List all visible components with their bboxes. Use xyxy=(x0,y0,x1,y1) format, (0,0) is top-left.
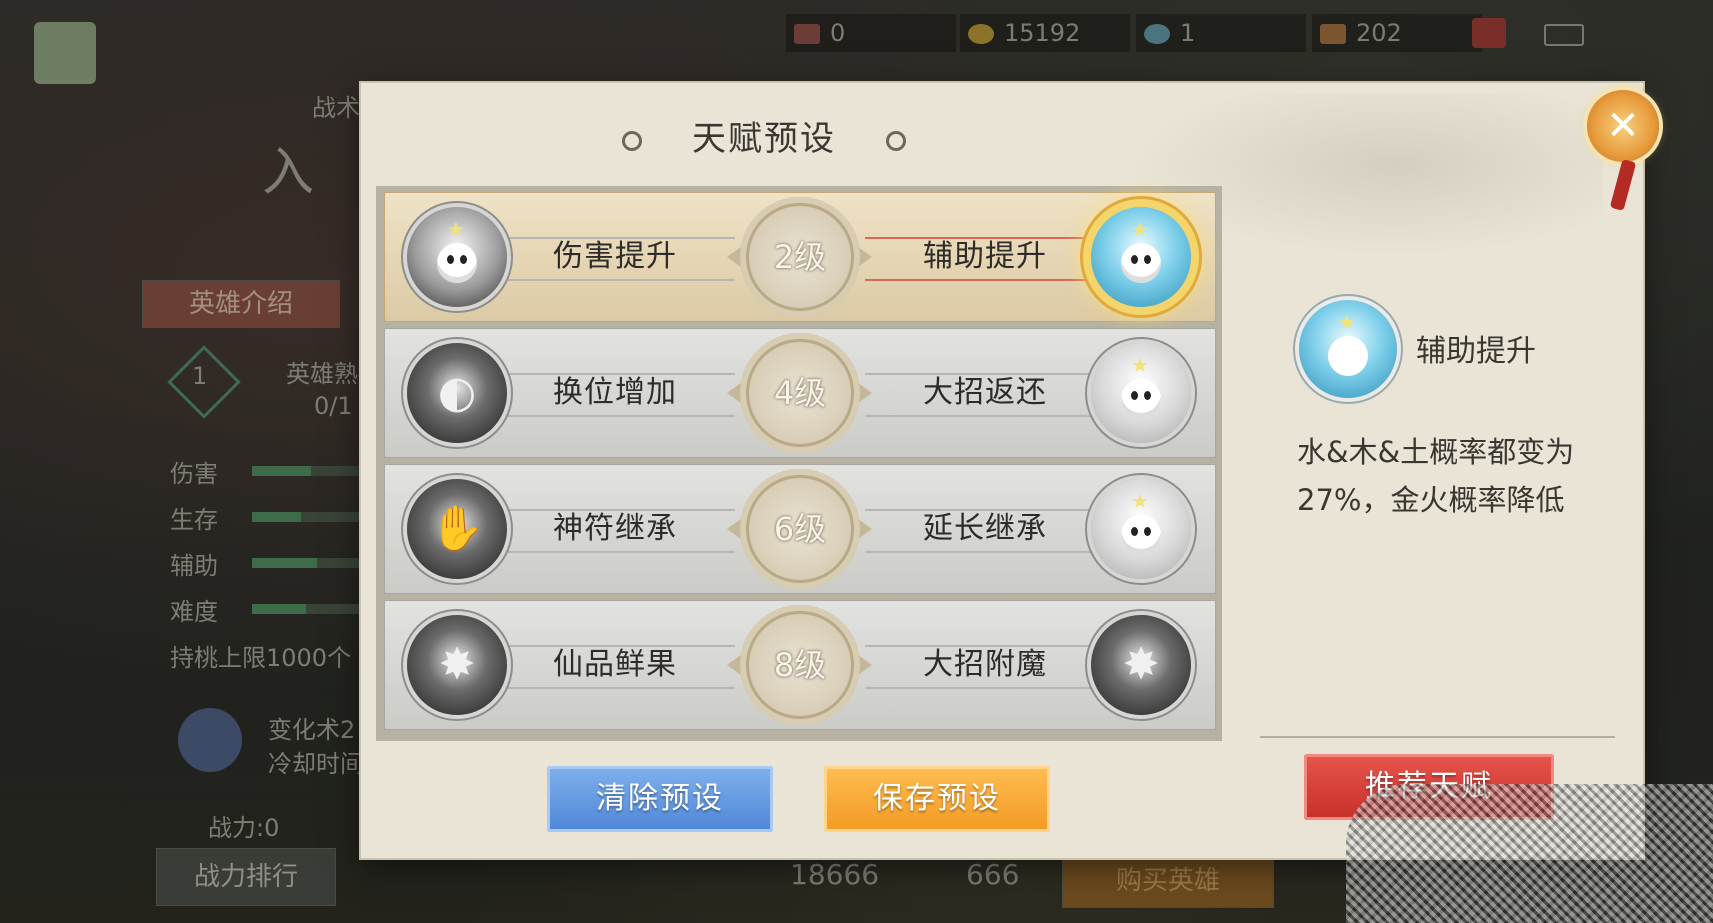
hero-name: 入 xyxy=(262,143,315,203)
level-badge: 4级 xyxy=(740,333,860,453)
gold-coin-icon xyxy=(968,24,994,44)
level-ornament-left xyxy=(727,247,741,267)
immortal-fruit-icon[interactable]: ✸ xyxy=(407,615,507,715)
ultimate-refund-icon[interactable]: ★ xyxy=(1091,343,1191,443)
topbar-ticket: 0 xyxy=(786,14,956,52)
damage-boost-icon[interactable]: ★ xyxy=(407,207,507,307)
jade-icon xyxy=(1144,24,1170,44)
stat-bar-support xyxy=(252,558,317,568)
talent-option-left[interactable]: 神符继承 xyxy=(535,509,695,549)
price-gold: 18666 xyxy=(790,858,880,891)
obscured-corner xyxy=(1346,784,1713,923)
rank-number: 1 xyxy=(192,362,208,390)
gate-icon xyxy=(1320,24,1346,44)
star-icon: ★ xyxy=(1338,310,1356,334)
skill-name: 变化术2 xyxy=(268,716,356,744)
talent-option-right[interactable]: 大招返还 xyxy=(905,373,1065,413)
talent-option-right[interactable]: 大招附魔 xyxy=(905,645,1065,685)
ticket-count: 0 xyxy=(830,19,846,47)
section-label: 战术 xyxy=(312,94,360,122)
extend-inherit-icon[interactable]: ★ xyxy=(1091,479,1191,579)
skill-cooldown: 冷却时间 xyxy=(268,750,364,778)
back-button[interactable] xyxy=(34,22,96,84)
level-ornament-right xyxy=(858,383,872,403)
talent-row-level-8: ✸ 仙品鲜果 8级 大招附魔 ✸ xyxy=(384,600,1216,730)
dialog-title: 天赋预设 xyxy=(361,111,1167,160)
talent-option-left[interactable]: 仙品鲜果 xyxy=(535,645,695,685)
stat-bar-difficulty xyxy=(252,604,306,614)
selected-talent-description: 水&木&土概率都变为27%，金火概率降低 xyxy=(1297,435,1575,517)
stat-label-survival: 生存 xyxy=(170,506,218,534)
level-ornament-right xyxy=(858,247,872,267)
stat-bar-damage xyxy=(252,466,311,476)
battery-icon xyxy=(1544,24,1584,46)
talent-row-level-6: ✋ 神符继承 6级 延长继承 ★ xyxy=(384,464,1216,594)
talent-option-right[interactable]: 辅助提升 xyxy=(905,237,1065,277)
buy-hero-button[interactable]: 购买英雄 xyxy=(1062,854,1274,908)
talent-rows: ★ 伤害提升 2级 辅助提升 ★ ◐ 换位增加 4级 大招返还 ★ ✋ 神符继承… xyxy=(376,186,1222,741)
face-icon xyxy=(1328,336,1368,376)
price-gate: 666 xyxy=(966,858,1020,891)
add-currency-button[interactable] xyxy=(1472,18,1506,48)
stat-label-difficulty: 难度 xyxy=(170,598,218,626)
save-preset-button[interactable]: 保存预设 xyxy=(824,766,1050,832)
selected-talent-icon: ★ xyxy=(1299,300,1397,398)
peach-limit: 持桃上限1000个 xyxy=(170,644,352,672)
level-badge: 8级 xyxy=(740,605,860,725)
ticket-icon xyxy=(794,24,820,44)
level-badge: 6级 xyxy=(740,469,860,589)
gold-count: 15192 xyxy=(1004,19,1081,47)
gate-count: 202 xyxy=(1356,19,1402,47)
talent-option-right[interactable]: 延长继承 xyxy=(905,509,1065,549)
ultimate-enchant-icon[interactable]: ✸ xyxy=(1091,615,1191,715)
dialog-title-text: 天赋预设 xyxy=(692,119,836,159)
detail-divider xyxy=(1260,736,1615,738)
topbar-jade: 1 xyxy=(1136,14,1306,52)
level-ornament-left xyxy=(727,655,741,675)
stat-label-damage: 伤害 xyxy=(170,460,218,488)
rune-inherit-icon[interactable]: ✋ xyxy=(407,479,507,579)
talent-row-level-4: ◐ 换位增加 4级 大招返还 ★ xyxy=(384,328,1216,458)
level-badge: 2级 xyxy=(740,197,860,317)
talent-option-left[interactable]: 换位增加 xyxy=(535,373,695,413)
proficiency-value: 0/1 xyxy=(314,392,353,420)
jade-count: 1 xyxy=(1180,19,1196,47)
talent-row-level-2: ★ 伤害提升 2级 辅助提升 ★ xyxy=(384,192,1216,322)
topbar-gate: 202 xyxy=(1312,14,1482,52)
skill-icon[interactable] xyxy=(178,708,242,772)
title-ornament-left-icon xyxy=(622,130,642,151)
title-ornament-right-icon xyxy=(886,130,906,151)
power-value: 战力:0 xyxy=(208,814,280,842)
intro-tab[interactable]: 英雄介绍 xyxy=(142,280,340,328)
stat-label-support: 辅助 xyxy=(170,552,218,580)
stat-bar-survival xyxy=(252,512,301,522)
swap-increase-icon[interactable]: ◐ xyxy=(407,343,507,443)
clear-preset-button[interactable]: 清除预设 xyxy=(547,766,773,832)
proficiency-label: 英雄熟 xyxy=(286,360,358,388)
level-ornament-right xyxy=(858,519,872,539)
talent-option-left[interactable]: 伤害提升 xyxy=(535,237,695,277)
close-icon[interactable]: ✕ xyxy=(1587,90,1659,162)
level-ornament-left xyxy=(727,383,741,403)
level-ornament-right xyxy=(858,655,872,675)
support-boost-icon[interactable]: ★ xyxy=(1091,207,1191,307)
topbar-gold: 15192 xyxy=(960,14,1130,52)
power-rank-button[interactable]: 战力排行 xyxy=(156,848,336,906)
level-ornament-left xyxy=(727,519,741,539)
selected-talent-name: 辅助提升 xyxy=(1416,334,1536,369)
